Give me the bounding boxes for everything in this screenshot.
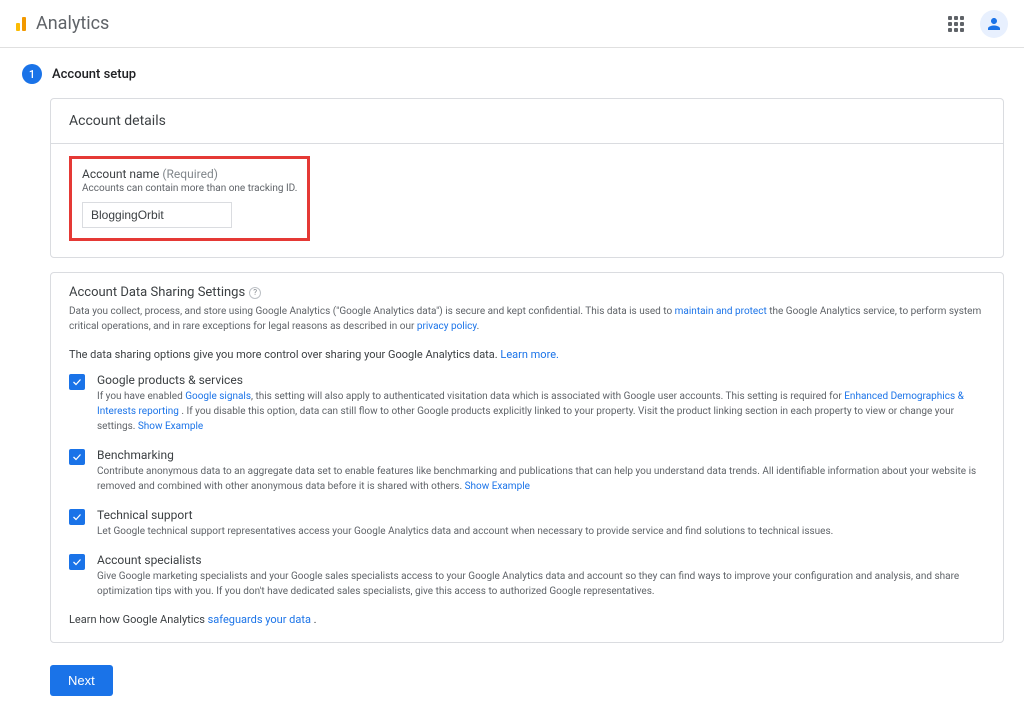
show-example-link[interactable]: Show Example <box>465 481 530 492</box>
data-sharing-panel: Account Data Sharing Settings ? Data you… <box>50 272 1004 643</box>
account-name-label: Account name (Required) <box>82 167 297 181</box>
checkbox-technical-support[interactable] <box>69 509 85 525</box>
data-sharing-title-text: Account Data Sharing Settings <box>69 285 245 300</box>
data-sharing-intro: Data you collect, process, and store usi… <box>69 304 985 334</box>
footer-note: Learn how Google Analytics safeguards yo… <box>69 613 985 626</box>
account-name-highlight: Account name (Required) Accounts can con… <box>69 156 310 241</box>
option-technical-support: Technical support Let Google technical s… <box>69 508 985 539</box>
account-details-header: Account details <box>51 99 1003 144</box>
option-title: Technical support <box>97 508 985 522</box>
step-title: Account setup <box>52 67 136 82</box>
help-icon[interactable]: ? <box>249 287 261 299</box>
data-sharing-lead: The data sharing options give you more c… <box>69 348 985 361</box>
option-title: Account specialists <box>97 553 985 567</box>
learn-more-link[interactable]: Learn more. <box>500 348 559 361</box>
option-desc: Let Google technical support representat… <box>97 524 985 539</box>
top-bar-right <box>948 10 1008 38</box>
data-sharing-body: Account Data Sharing Settings ? Data you… <box>51 273 1003 642</box>
maintain-protect-link[interactable]: maintain and protect <box>675 306 767 317</box>
option-desc: Contribute anonymous data to an aggregat… <box>97 464 985 494</box>
google-signals-link[interactable]: Google signals <box>185 391 251 402</box>
data-sharing-title: Account Data Sharing Settings ? <box>69 285 985 300</box>
step-number-badge: 1 <box>22 64 42 84</box>
account-name-help: Accounts can contain more than one track… <box>82 183 297 194</box>
required-text: (Required) <box>162 167 217 181</box>
checkbox-benchmarking[interactable] <box>69 449 85 465</box>
account-name-input[interactable] <box>82 202 232 228</box>
next-button[interactable]: Next <box>50 665 113 696</box>
option-google-products: Google products & services If you have e… <box>69 373 985 434</box>
option-desc: Give Google marketing specialists and yo… <box>97 569 985 599</box>
app-title: Analytics <box>36 13 109 34</box>
privacy-policy-link[interactable]: privacy policy <box>417 321 477 332</box>
account-name-label-text: Account name <box>82 167 159 181</box>
option-benchmarking: Benchmarking Contribute anonymous data t… <box>69 448 985 494</box>
account-details-body: Account name (Required) Accounts can con… <box>51 144 1003 257</box>
checkbox-account-specialists[interactable] <box>69 554 85 570</box>
content: 1 Account setup Account details Account … <box>0 48 1024 726</box>
checkbox-google-products[interactable] <box>69 374 85 390</box>
account-details-panel: Account details Account name (Required) … <box>50 98 1004 258</box>
top-bar-left: Analytics <box>16 13 109 34</box>
option-title: Google products & services <box>97 373 985 387</box>
step-header: 1 Account setup <box>22 64 1004 84</box>
analytics-logo-icon <box>16 17 26 31</box>
option-title: Benchmarking <box>97 448 985 462</box>
apps-grid-icon[interactable] <box>948 16 964 32</box>
option-desc: If you have enabled Google signals, this… <box>97 389 985 434</box>
sharing-options: Google products & services If you have e… <box>69 373 985 599</box>
user-avatar[interactable] <box>980 10 1008 38</box>
show-example-link[interactable]: Show Example <box>138 421 203 432</box>
safeguards-link[interactable]: safeguards your data <box>208 613 311 626</box>
top-bar: Analytics <box>0 0 1024 48</box>
option-account-specialists: Account specialists Give Google marketin… <box>69 553 985 599</box>
